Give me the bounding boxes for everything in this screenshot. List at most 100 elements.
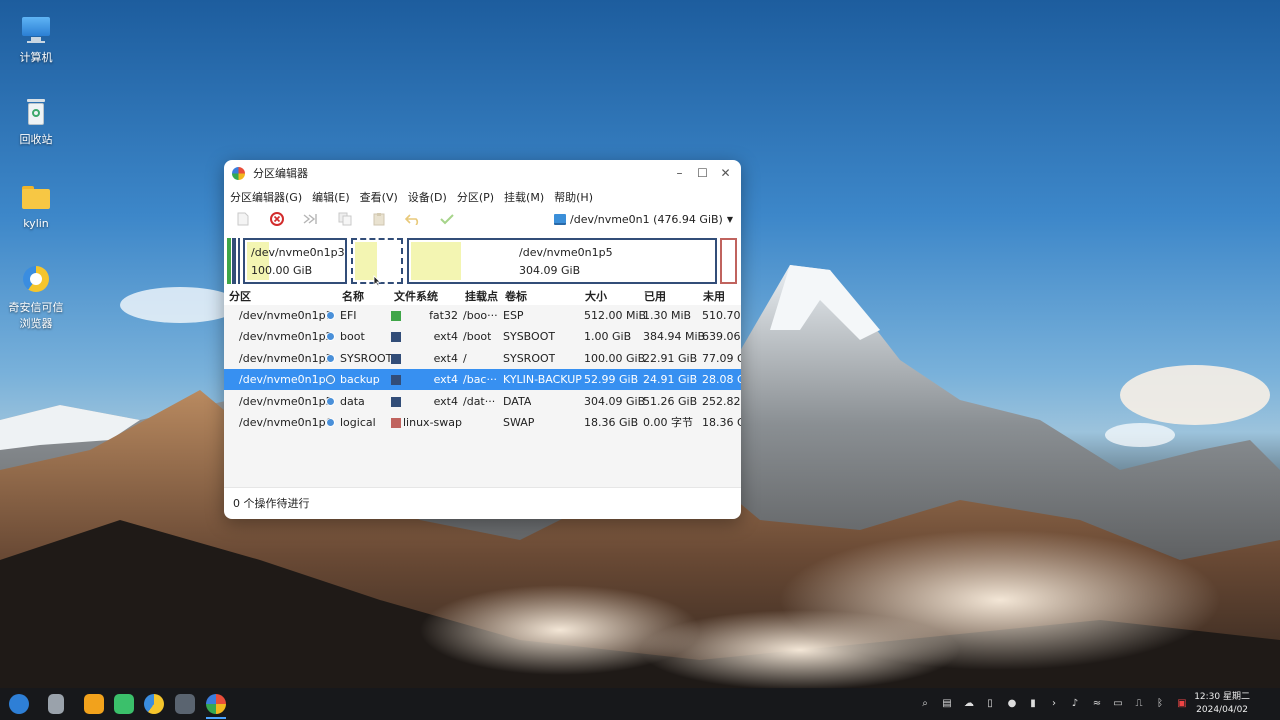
info-icon [326, 369, 335, 390]
cell-unused: 639.06 M [702, 330, 741, 344]
cell-label: SYSBOOT [503, 330, 556, 344]
volume-icon[interactable]: ♪ [1069, 698, 1081, 710]
menu-partition[interactable]: 分区(P) [457, 189, 494, 205]
file-manager-icon[interactable] [84, 694, 104, 714]
column-size[interactable]: 大小 [585, 289, 607, 305]
copy-icon[interactable] [334, 209, 356, 229]
column-name[interactable]: 名称 [342, 289, 364, 305]
cell-partition: /dev/nvme0n1p6 [239, 416, 333, 429]
partition-map-p2[interactable] [232, 238, 236, 284]
browser-taskbar-icon[interactable] [144, 694, 164, 714]
close-button[interactable]: ✕ [714, 160, 737, 186]
device-selector-label: /dev/nvme0n1 (476.94 GiB) [570, 212, 723, 226]
mouse-cursor-icon [373, 275, 381, 287]
cell-filesystem: linux-swap [403, 416, 462, 429]
menu-edit[interactable]: 编辑(E) [312, 189, 350, 205]
start-menu-icon[interactable] [9, 694, 29, 714]
maximize-button[interactable]: ☐ [691, 160, 714, 186]
bluetooth-icon[interactable]: ᛒ [1154, 698, 1166, 710]
cloud-icon[interactable]: ☁ [963, 698, 975, 710]
cell-mountpoint: /dat··· [463, 394, 496, 408]
chevron-down-icon: ▼ [726, 214, 733, 224]
cell-size: 52.99 GiB [584, 373, 639, 387]
computer-icon [20, 14, 52, 46]
partition-map-p5[interactable]: /dev/nvme0n1p5 304.09 GiB [407, 238, 717, 284]
taskbar: ⌕ ▤ ☁ ▯ ● ▮ › ♪ ≈ ▭ ⎍ ᛒ ▣ 12:30 星期二 2024… [0, 688, 1280, 720]
menu-device[interactable]: 设备(D) [408, 189, 447, 205]
cell-partition: /dev/nvme0n1p5 [239, 394, 333, 408]
desktop-icon-trash[interactable]: 回收站 [0, 96, 72, 148]
resize-move-icon[interactable] [300, 209, 322, 229]
info-icon [326, 412, 335, 433]
active-app-indicator [206, 717, 226, 719]
table-row[interactable]: /dev/nvme0n1p6 logical SWAP 18.36 GiB 0.00 字… [224, 412, 741, 433]
table-row[interactable]: /dev/nvme0n1p5 data/dat··· DATA 304.09 GiB 5… [224, 391, 741, 412]
minimize-button[interactable]: – [668, 160, 691, 186]
multitask-view-icon[interactable] [48, 694, 64, 714]
notes-icon[interactable]: ▯ [984, 698, 996, 710]
column-used[interactable]: 已用 [644, 289, 666, 305]
menu-bar: 分区编辑器(G) 编辑(E) 查看(V) 设备(D) 分区(P) 挂载(M) 帮… [224, 186, 741, 208]
gparted-taskbar-icon[interactable] [206, 694, 226, 714]
app-tray-icon[interactable]: ● [1006, 698, 1018, 710]
title-bar[interactable]: 分区编辑器 – ☐ ✕ [224, 160, 741, 186]
filesystem-color-swatch [391, 375, 401, 386]
wifi-icon[interactable]: ≈ [1091, 698, 1103, 710]
messenger-icon[interactable] [114, 694, 134, 714]
new-partition-icon[interactable] [232, 209, 254, 229]
desktop-icon-computer[interactable]: 计算机 [0, 14, 72, 66]
desktop-icon-label: kylin [23, 217, 49, 230]
menu-gparted[interactable]: 分区编辑器(G) [230, 189, 302, 205]
undo-icon[interactable] [402, 209, 424, 229]
menu-mount[interactable]: 挂载(M) [504, 189, 544, 205]
chevron-right-icon[interactable]: › [1048, 698, 1060, 710]
cell-partition: /dev/nvme0n1p4 [239, 373, 333, 387]
cell-mountpoint: /bac··· [463, 373, 497, 387]
table-row[interactable]: /dev/nvme0n1p4 backup/bac··· KYLIN-BACKUP 5… [224, 369, 741, 391]
cell-used: 24.91 GiB [643, 373, 698, 387]
column-filesystem[interactable]: 文件系统 [394, 289, 438, 305]
menu-view[interactable]: 查看(V) [360, 189, 398, 205]
apply-icon[interactable] [436, 209, 458, 229]
clipboard-icon[interactable]: ▤ [941, 698, 953, 710]
cell-unused: 510.70 M [702, 309, 741, 322]
table-row[interactable]: /dev/nvme0n1p2 boot/boot SYSBOOT 1.00 GiB 38… [224, 326, 741, 347]
cell-mountpoint: / [463, 351, 467, 365]
partition-map-p6[interactable] [720, 238, 737, 284]
menu-help[interactable]: 帮助(H) [554, 189, 593, 205]
column-partition[interactable]: 分区 [229, 289, 251, 305]
partition-map-p1[interactable] [227, 238, 231, 284]
notification-icon[interactable]: ▣ [1176, 698, 1188, 710]
cell-name: EFI [340, 309, 357, 322]
delete-partition-icon[interactable] [266, 209, 288, 229]
device-selector[interactable]: /dev/nvme0n1 (476.94 GiB) ▼ [554, 210, 733, 228]
partition-map-p3[interactable]: /dev/nvme0n1p3 100.00 GiB [243, 238, 347, 284]
info-icon [326, 391, 335, 412]
column-mountpoint[interactable]: 挂载点 [465, 289, 498, 305]
network-icon[interactable]: ⎍ [1133, 698, 1145, 710]
filesystem-color-swatch [391, 396, 401, 407]
terminal-taskbar-icon[interactable] [175, 694, 195, 714]
toolbar: /dev/nvme0n1 (476.94 GiB) ▼ [224, 208, 741, 230]
partition-editor-window: 分区编辑器 – ☐ ✕ 分区编辑器(G) 编辑(E) 查看(V) 设备(D) 分… [224, 160, 741, 519]
keyboard-icon[interactable]: ▭ [1112, 698, 1124, 710]
cell-name: SYSROOT [340, 351, 393, 365]
clock[interactable]: 12:30 星期二 2024/04/02 [1194, 691, 1250, 717]
clock-time: 12:30 星期二 [1194, 692, 1250, 702]
trash-icon [20, 96, 52, 128]
info-icon [326, 348, 335, 369]
paste-icon[interactable] [368, 209, 390, 229]
table-row[interactable]: /dev/nvme0n1p1 EFI/boo··· ESP 512.00 MiB 1.3… [224, 305, 741, 326]
info-icon [326, 305, 335, 326]
desktop-icon-browser[interactable]: 奇安信可信 浏览器 [0, 264, 72, 332]
search-icon[interactable]: ⌕ [919, 698, 931, 710]
cell-label: KYLIN-BACKUP [503, 373, 582, 387]
table-row[interactable]: /dev/nvme0n1p3 SYSROOT / SYSROOT 100.00 GiB 2… [224, 348, 741, 369]
column-label[interactable]: 卷标 [505, 289, 527, 305]
desktop-icon-kylin-folder[interactable]: kylin [0, 180, 72, 232]
filesystem-color-swatch [391, 332, 401, 343]
cell-size: 100.00 GiB [584, 351, 646, 365]
document-icon[interactable]: ▮ [1027, 698, 1039, 710]
cell-unused: 252.82 G [702, 394, 741, 408]
column-unused[interactable]: 未用 [703, 289, 725, 305]
